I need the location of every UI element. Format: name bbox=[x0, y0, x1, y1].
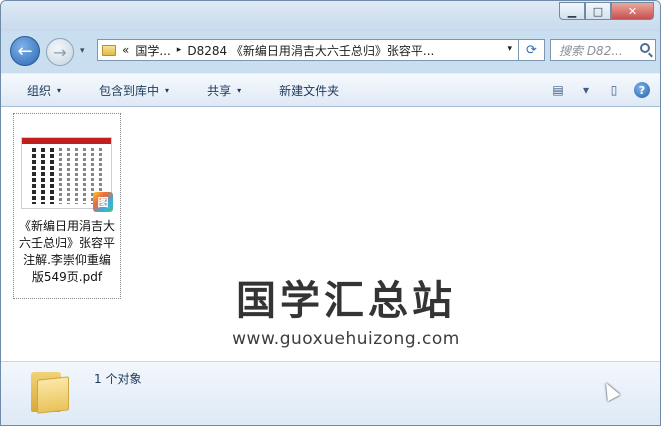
chevron-down-icon: ▾ bbox=[237, 85, 242, 95]
address-bar[interactable]: « 国学... ▸ D8284 《新编日用涓吉大六壬总归》张容平... ▾ bbox=[97, 39, 519, 61]
recent-locations-dropdown[interactable]: ▾ bbox=[80, 46, 85, 56]
arrow-left-icon: ← bbox=[17, 40, 33, 62]
watermark: 国学汇总站 www.guoxuehuizong.com bbox=[196, 277, 496, 349]
organize-label: 组织 bbox=[27, 83, 52, 98]
folder-icon bbox=[31, 368, 71, 414]
toolbar-right: ▤ ▾ ▯ ? bbox=[540, 80, 652, 100]
new-folder-button[interactable]: 新建文件夹 bbox=[267, 78, 351, 102]
window-controls: ▁ □ ✕ bbox=[559, 2, 654, 20]
item-count: 1 个对象 bbox=[94, 372, 142, 386]
preview-pane-icon: ▯ bbox=[610, 83, 618, 97]
file-name-line: 六壬总归》张容平 bbox=[18, 236, 115, 250]
forward-button[interactable]: → bbox=[46, 38, 74, 66]
watermark-chinese: 国学汇总站 bbox=[236, 278, 456, 324]
explorer-window: ▁ □ ✕ ← → ▾ « 国学... ▸ D8284 《新编日用涓吉大六壬总归… bbox=[0, 0, 661, 426]
include-in-library-label: 包含到库中 bbox=[99, 83, 160, 98]
file-name-line: 注解.李崇仰重编 bbox=[23, 253, 111, 267]
view-icon: ▤ bbox=[552, 83, 564, 97]
file-name: 《新编日用涓吉大 六壬总归》张容平 注解.李崇仰重编 版549页.pdf bbox=[14, 218, 120, 286]
share-button[interactable]: 共享 ▾ bbox=[195, 78, 253, 102]
watermark-url: www.guoxuehuizong.com bbox=[232, 329, 460, 349]
maximize-button[interactable]: □ bbox=[585, 2, 611, 20]
help-icon: ? bbox=[634, 82, 650, 98]
folder-icon bbox=[102, 44, 116, 56]
back-button[interactable]: ← bbox=[10, 36, 40, 66]
file-name-line: 版549页.pdf bbox=[31, 270, 103, 284]
preview-pane-button[interactable]: ▯ bbox=[604, 80, 624, 100]
chevron-down-icon: ▾ bbox=[57, 85, 62, 95]
organize-button[interactable]: 组织 ▾ bbox=[15, 78, 73, 102]
thumbnail-text-columns bbox=[32, 148, 102, 204]
details-pane: 1 个对象 bbox=[1, 361, 660, 425]
view-dropdown[interactable]: ▾ bbox=[576, 80, 596, 100]
navigation-bar: ← → ▾ « 国学... ▸ D8284 《新编日用涓吉大六壬总归》张容平..… bbox=[1, 33, 660, 69]
share-label: 共享 bbox=[207, 83, 232, 98]
include-in-library-button[interactable]: 包含到库中 ▾ bbox=[87, 78, 181, 102]
help-button[interactable]: ? bbox=[632, 80, 652, 100]
chevron-right-icon[interactable]: ▸ bbox=[177, 45, 182, 55]
file-name-line: 《新编日用涓吉大 bbox=[18, 219, 115, 233]
new-folder-label: 新建文件夹 bbox=[279, 83, 340, 98]
refresh-icon: ⟳ bbox=[526, 42, 537, 58]
pdf-banner bbox=[22, 138, 111, 144]
search-placeholder: 搜索 D82... bbox=[559, 43, 623, 58]
minimize-button[interactable]: ▁ bbox=[559, 2, 585, 20]
chevron-down-icon: ▾ bbox=[582, 83, 590, 97]
address-segment-1[interactable]: 国学... bbox=[135, 42, 170, 59]
file-item[interactable]: 图 《新编日用涓吉大 六壬总归》张容平 注解.李崇仰重编 版549页.pdf bbox=[13, 113, 121, 299]
file-list[interactable]: 图 《新编日用涓吉大 六壬总归》张容平 注解.李崇仰重编 版549页.pdf 国… bbox=[1, 107, 660, 361]
search-icon bbox=[640, 43, 650, 53]
app-badge-icon: 图 bbox=[93, 192, 113, 212]
address-overflow[interactable]: « bbox=[122, 43, 129, 57]
change-view-button[interactable]: ▤ bbox=[548, 80, 568, 100]
mouse-cursor-icon bbox=[599, 379, 621, 402]
chevron-down-icon: ▾ bbox=[165, 85, 170, 95]
command-bar: 组织 ▾ 包含到库中 ▾ 共享 ▾ 新建文件夹 ▤ ▾ ▯ ? bbox=[1, 73, 660, 107]
address-dropdown[interactable]: ▾ bbox=[507, 44, 512, 54]
address-segment-2[interactable]: D8284 《新编日用涓吉大六壬总归》张容平... bbox=[187, 42, 434, 59]
title-bar: ▁ □ ✕ bbox=[1, 1, 660, 31]
arrow-right-icon: → bbox=[53, 42, 67, 62]
search-input[interactable]: 搜索 D82... bbox=[550, 39, 656, 61]
refresh-button[interactable]: ⟳ bbox=[519, 39, 545, 61]
close-button[interactable]: ✕ bbox=[611, 2, 654, 20]
